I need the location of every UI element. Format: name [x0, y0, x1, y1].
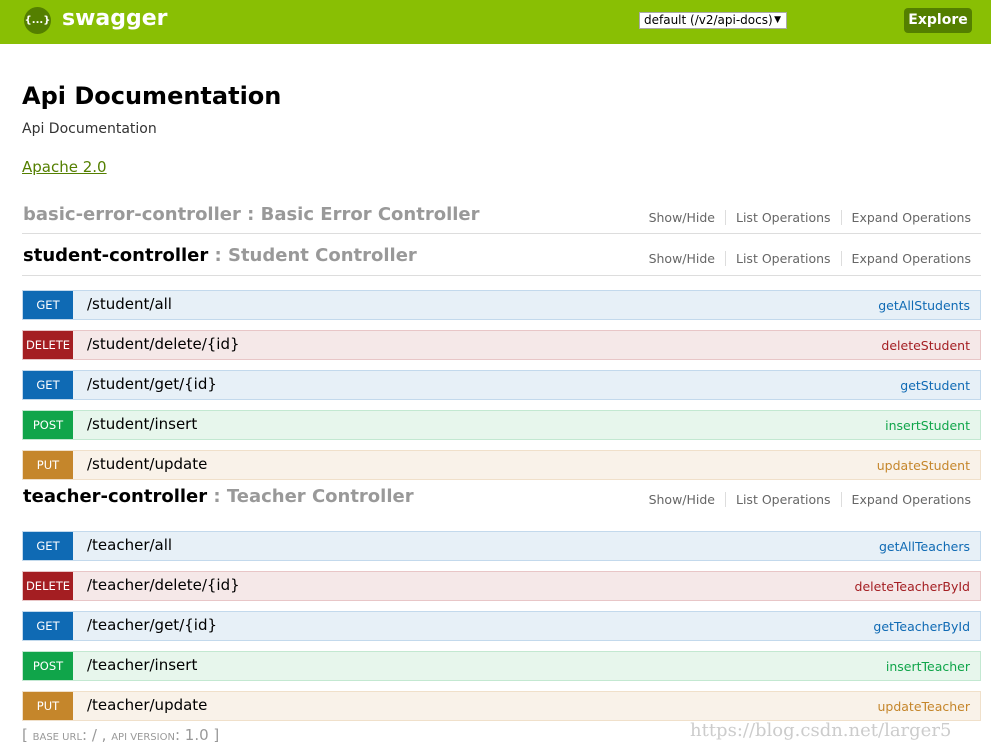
- footer-info: [ BASE URL: / , API VERSION: 1.0 ]: [22, 726, 219, 744]
- separator: :: [207, 486, 227, 507]
- separator: :: [208, 245, 228, 266]
- list-operations-link[interactable]: List Operations: [726, 210, 842, 225]
- bracket: [: [22, 726, 33, 744]
- endpoint-row[interactable]: GET/teacher/get/{id} getTeacherById: [22, 611, 981, 641]
- endpoint-row[interactable]: DELETE/teacher/delete/{id} deleteTeacherB…: [22, 571, 981, 601]
- watermark: https://blog.csdn.net/larger5: [690, 720, 952, 741]
- controller-id[interactable]: basic-error-controller: [23, 204, 241, 225]
- http-method-badge[interactable]: GET: [23, 291, 73, 319]
- controller-id[interactable]: student-controller: [23, 245, 208, 266]
- license-link[interactable]: Apache 2.0: [22, 158, 107, 176]
- http-method-badge[interactable]: GET: [23, 371, 73, 399]
- controller-actions: Show/Hide List Operations Expand Operation…: [639, 492, 971, 507]
- base-url-label: BASE URL: [32, 732, 83, 743]
- controller-name[interactable]: student-controller : Student Controller: [23, 245, 417, 266]
- endpoint-path[interactable]: /student/get/{id}: [87, 375, 217, 393]
- controller-actions: Show/Hide List Operations Expand Operation…: [639, 251, 971, 266]
- controller-description: Student Controller: [227, 245, 417, 266]
- http-method-badge[interactable]: GET: [23, 612, 73, 640]
- endpoint-path[interactable]: /teacher/get/{id}: [87, 616, 217, 634]
- spec-select-value: default (/v2/api-docs): [644, 13, 773, 27]
- endpoint-row[interactable]: PUT/teacher/update updateTeacher: [22, 691, 981, 721]
- spec-select[interactable]: default (/v2/api-docs) ▼: [639, 12, 787, 29]
- controller-header: student-controller : Student Controller …: [22, 245, 981, 276]
- endpoint-path[interactable]: /student/all: [87, 295, 172, 313]
- http-method-badge[interactable]: PUT: [23, 692, 73, 720]
- endpoint-path[interactable]: /student/insert: [87, 415, 197, 433]
- separator: :: [240, 204, 261, 225]
- endpoint-row[interactable]: PUT/student/update updateStudent: [22, 450, 981, 480]
- expand-operations-link[interactable]: Expand Operations: [842, 251, 971, 266]
- http-method-badge[interactable]: GET: [23, 532, 73, 560]
- operation-nickname[interactable]: getTeacherById: [873, 619, 970, 634]
- controller-actions: Show/Hide List Operations Expand Operation…: [639, 210, 971, 225]
- page-description: Api Documentation: [22, 121, 157, 137]
- operation-nickname[interactable]: getAllStudents: [878, 298, 970, 313]
- operation-nickname[interactable]: insertStudent: [885, 418, 970, 433]
- controller-name[interactable]: basic-error-controller : Basic Error Con…: [23, 204, 480, 225]
- operation-nickname[interactable]: deleteStudent: [881, 338, 970, 353]
- controller-description: Teacher Controller: [226, 486, 414, 507]
- http-method-badge[interactable]: DELETE: [23, 572, 73, 600]
- dropdown-arrow-icon: ▼: [774, 15, 781, 25]
- page-title: Api Documentation: [22, 82, 282, 110]
- brand-name[interactable]: swagger: [62, 6, 168, 31]
- controller-name[interactable]: teacher-controller : Teacher Controller: [23, 486, 414, 507]
- list-operations-link[interactable]: List Operations: [726, 251, 842, 266]
- endpoint-row[interactable]: DELETE/student/delete/{id} deleteStudent: [22, 330, 981, 360]
- base-url-value: : / ,: [82, 726, 112, 744]
- show-hide-link[interactable]: Show/Hide: [639, 251, 726, 266]
- show-hide-link[interactable]: Show/Hide: [639, 492, 726, 507]
- api-version-value: : 1.0 ]: [174, 726, 220, 744]
- endpoint-row[interactable]: POST/student/insert insertStudent: [22, 410, 981, 440]
- swagger-logo-icon[interactable]: {...}: [24, 7, 51, 34]
- operation-nickname[interactable]: updateTeacher: [877, 699, 970, 714]
- operation-nickname[interactable]: deleteTeacherById: [855, 579, 970, 594]
- expand-operations-link[interactable]: Expand Operations: [842, 210, 971, 225]
- expand-operations-link[interactable]: Expand Operations: [842, 492, 971, 507]
- endpoint-path[interactable]: /teacher/insert: [87, 656, 197, 674]
- http-method-badge[interactable]: POST: [23, 652, 73, 680]
- list-operations-link[interactable]: List Operations: [726, 492, 842, 507]
- endpoint-path[interactable]: /student/update: [87, 455, 207, 473]
- operation-nickname[interactable]: insertTeacher: [886, 659, 970, 674]
- endpoint-row[interactable]: GET/student/get/{id} getStudent: [22, 370, 981, 400]
- controller-id[interactable]: teacher-controller: [23, 486, 207, 507]
- operation-nickname[interactable]: getAllTeachers: [879, 539, 970, 554]
- endpoint-path[interactable]: /student/delete/{id}: [87, 335, 240, 353]
- explore-button[interactable]: Explore: [904, 8, 972, 33]
- api-version-label: API VERSION: [111, 732, 175, 743]
- endpoint-row[interactable]: GET/student/all getAllStudents: [22, 290, 981, 320]
- http-method-badge[interactable]: PUT: [23, 451, 73, 479]
- endpoint-path[interactable]: /teacher/update: [87, 696, 207, 714]
- controller-header: basic-error-controller : Basic Error Con…: [22, 204, 981, 234]
- endpoint-row[interactable]: POST/teacher/insert insertTeacher: [22, 651, 981, 681]
- controller-header: teacher-controller : Teacher Controller …: [22, 486, 981, 516]
- endpoint-path[interactable]: /teacher/delete/{id}: [87, 576, 240, 594]
- http-method-badge[interactable]: DELETE: [23, 331, 73, 359]
- endpoint-row[interactable]: GET/teacher/all getAllTeachers: [22, 531, 981, 561]
- http-method-badge[interactable]: POST: [23, 411, 73, 439]
- controller-description: Basic Error Controller: [260, 204, 480, 225]
- top-bar: {...} swagger default (/v2/api-docs) ▼ Ex…: [0, 0, 991, 44]
- operation-nickname[interactable]: updateStudent: [877, 458, 970, 473]
- operation-nickname[interactable]: getStudent: [900, 378, 970, 393]
- endpoint-path[interactable]: /teacher/all: [87, 536, 172, 554]
- show-hide-link[interactable]: Show/Hide: [639, 210, 726, 225]
